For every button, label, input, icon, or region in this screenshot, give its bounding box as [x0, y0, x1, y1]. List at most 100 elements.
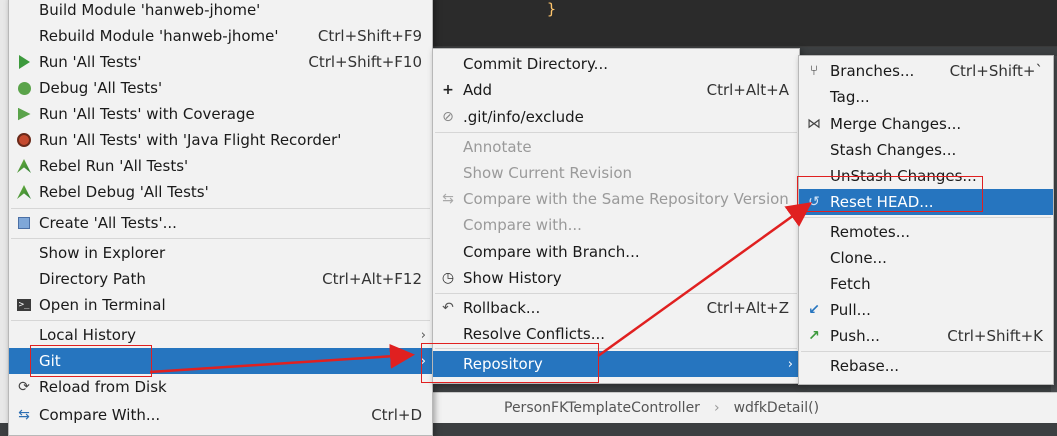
menu-item-label: Compare with Branch...	[463, 243, 640, 261]
menu-item-label: Directory Path	[39, 270, 146, 288]
compare-icon: ⇆	[442, 191, 454, 207]
menu-item-branches[interactable]: ⑂ Branches... Ctrl+Shift+`	[799, 58, 1053, 84]
menu-item-label: Rebuild Module 'hanweb-jhome'	[39, 27, 279, 45]
menu-item-label: Fetch	[830, 275, 871, 293]
menu-item-add[interactable]: + Add Ctrl+Alt+A	[433, 77, 799, 103]
menu-item-run-with-flight-recorder[interactable]: Run 'All Tests' with 'Java Flight Record…	[9, 127, 432, 153]
menu-item-pull[interactable]: ↙ Pull...	[799, 297, 1053, 323]
menu-item-label: Compare With...	[39, 406, 161, 424]
menu-item-run-all-tests[interactable]: Run 'All Tests' Ctrl+Shift+F10	[9, 49, 432, 75]
run-icon	[15, 53, 33, 71]
compare-icon: ⇆	[18, 407, 30, 423]
menu-item-label: Tag...	[830, 88, 870, 106]
menu-item-rebuild-module[interactable]: Rebuild Module 'hanweb-jhome' Ctrl+Shift…	[9, 23, 432, 49]
menu-separator	[435, 293, 797, 294]
git-submenu: Commit Directory... + Add Ctrl+Alt+A ⊘ .…	[432, 48, 800, 384]
jrebel-run-icon	[15, 157, 33, 175]
menu-item-label: Resolve Conflicts...	[463, 325, 606, 343]
menu-item-label: Clone...	[830, 249, 887, 267]
menu-item-compare-with-branch[interactable]: Compare with Branch...	[433, 239, 799, 265]
reload-icon: ⟳	[18, 379, 30, 395]
breadcrumb: PersonFKTemplateController › wdfkDetail(…	[430, 392, 1057, 423]
breadcrumb-method[interactable]: wdfkDetail()	[734, 400, 820, 416]
menu-item-label: Push...	[830, 327, 880, 345]
menu-item-debug-all-tests[interactable]: Debug 'All Tests'	[9, 75, 432, 101]
menu-item-label: Run 'All Tests' with 'Java Flight Record…	[39, 131, 342, 149]
menu-item-label: Open in Terminal	[39, 296, 166, 314]
menu-item-shortcut: Ctrl+Shift+F9	[317, 27, 422, 45]
menu-item-label: Rebel Run 'All Tests'	[39, 157, 189, 175]
menu-item-clone[interactable]: Clone...	[799, 245, 1053, 271]
menu-item-reload-from-disk[interactable]: ⟳ Reload from Disk	[9, 374, 432, 400]
push-arrow-icon: ↗	[808, 328, 820, 344]
menu-item-label: Stash Changes...	[830, 141, 957, 159]
pull-arrow-icon: ↙	[808, 302, 820, 318]
menu-item-label: Rebase...	[830, 357, 900, 375]
menu-item-rebel-debug[interactable]: Rebel Debug 'All Tests'	[9, 179, 432, 205]
jrebel-debug-icon	[15, 183, 33, 201]
menu-item-show-history[interactable]: ◷ Show History	[433, 265, 799, 291]
flight-recorder-icon	[15, 131, 33, 149]
menu-separator	[11, 238, 430, 239]
menu-item-label: Local History	[39, 326, 137, 344]
menu-item-show-in-explorer[interactable]: Show in Explorer	[9, 240, 432, 266]
menu-item-label: .git/info/exclude	[463, 108, 584, 126]
menu-item-label: Add	[463, 81, 493, 99]
menu-item-label: Build Module 'hanweb-jhome'	[39, 1, 261, 19]
menu-item-shortcut: Ctrl+Alt+F12	[322, 270, 422, 288]
menu-item-label: Branches...	[830, 62, 915, 80]
menu-item-shortcut: Ctrl+Shift+K	[947, 327, 1043, 345]
repository-submenu: ⑂ Branches... Ctrl+Shift+` Tag... ⋈ Merg…	[798, 55, 1054, 385]
menu-item-label: Compare with...	[463, 216, 582, 234]
menu-item-label: Commit Directory...	[463, 55, 608, 73]
menu-separator	[11, 208, 430, 209]
highlight-reset-head-box	[797, 176, 983, 212]
menu-item-label: Rollback...	[463, 299, 541, 317]
menu-item-label: Annotate	[463, 138, 532, 156]
menu-item-show-current-revision[interactable]: Show Current Revision	[433, 160, 799, 186]
menu-item-merge-changes[interactable]: ⋈ Merge Changes...	[799, 111, 1053, 137]
menu-item-rebel-run[interactable]: Rebel Run 'All Tests'	[9, 153, 432, 179]
menu-item-build-module[interactable]: Build Module 'hanweb-jhome'	[9, 0, 432, 23]
menu-item-stash-changes[interactable]: Stash Changes...	[799, 137, 1053, 163]
menu-item-remotes[interactable]: Remotes...	[799, 219, 1053, 245]
menu-item-rollback[interactable]: ↶ Rollback... Ctrl+Alt+Z	[433, 295, 799, 321]
menu-item-run-with-coverage[interactable]: Run 'All Tests' with Coverage	[9, 101, 432, 127]
plus-icon: +	[442, 82, 454, 98]
menu-item-open-in-terminal[interactable]: >_ Open in Terminal	[9, 292, 432, 318]
breadcrumb-class[interactable]: PersonFKTemplateController	[504, 400, 700, 416]
menu-separator	[801, 351, 1051, 352]
menu-item-compare-same-repo-version[interactable]: ⇆ Compare with the Same Repository Versi…	[433, 186, 799, 212]
menu-item-tag[interactable]: Tag...	[799, 84, 1053, 110]
menu-item-push[interactable]: ↗ Push... Ctrl+Shift+K	[799, 323, 1053, 349]
menu-item-label: Reload from Disk	[39, 378, 167, 396]
menu-item-shortcut: Ctrl+Shift+`	[949, 62, 1043, 80]
branch-icon: ⑂	[809, 63, 819, 79]
menu-separator	[435, 132, 797, 133]
menu-separator	[801, 217, 1051, 218]
menu-item-label: Show in Explorer	[39, 244, 166, 262]
menu-item-commit-directory[interactable]: Commit Directory...	[433, 51, 799, 77]
menu-item-label: Remotes...	[830, 223, 910, 241]
menu-item-annotate[interactable]: Annotate	[433, 134, 799, 160]
menu-item-git-exclude[interactable]: ⊘ .git/info/exclude	[433, 104, 799, 130]
breadcrumb-separator: ›	[713, 400, 720, 416]
menu-item-create-all-tests[interactable]: Create 'All Tests'...	[9, 210, 432, 236]
menu-item-rebase[interactable]: Rebase...	[799, 353, 1053, 379]
history-clock-icon: ◷	[441, 270, 455, 286]
menu-item-compare-with[interactable]: Compare with...	[433, 212, 799, 238]
submenu-arrow-icon: ›	[787, 356, 793, 372]
merge-icon: ⋈	[807, 116, 821, 132]
menu-item-fetch[interactable]: Fetch	[799, 271, 1053, 297]
menu-item-directory-path[interactable]: Directory Path Ctrl+Alt+F12	[9, 266, 432, 292]
editor-brace: }	[547, 0, 557, 18]
menu-item-shortcut: Ctrl+Alt+A	[706, 81, 789, 99]
menu-item-label: Show History	[463, 269, 562, 287]
menu-item-label: Create 'All Tests'...	[39, 214, 177, 232]
menu-item-label: Pull...	[830, 301, 871, 319]
menu-item-label: Compare with the Same Repository Version	[463, 190, 789, 208]
menu-item-compare-with[interactable]: ⇆ Compare With... Ctrl+D	[9, 402, 432, 428]
menu-item-shortcut: Ctrl+Alt+Z	[706, 299, 789, 317]
project-tree-edge	[0, 0, 8, 423]
submenu-arrow-icon: ›	[420, 327, 426, 343]
